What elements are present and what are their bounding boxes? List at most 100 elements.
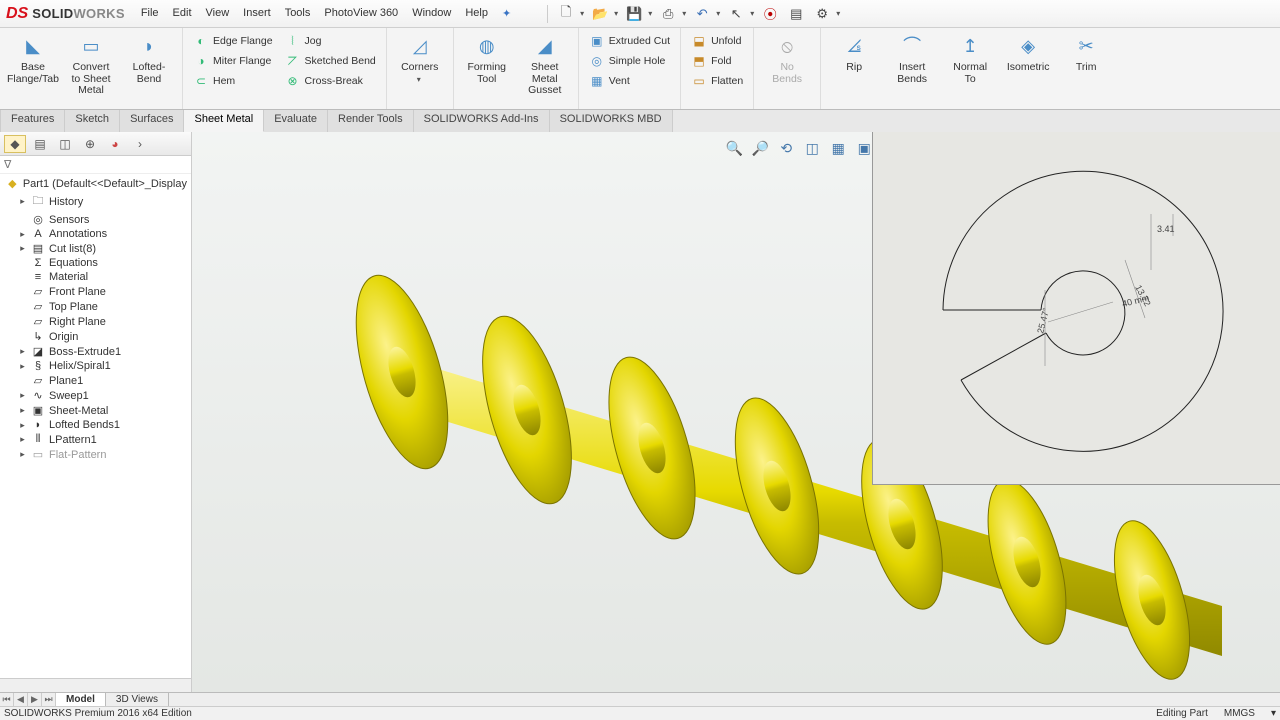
tree-item[interactable]: ▱Right Plane: [0, 314, 191, 329]
expand-icon[interactable]: ▸: [18, 243, 27, 254]
expand-icon[interactable]: ▸: [18, 405, 27, 416]
lofted-bend-button[interactable]: ◗Lofted-Bend: [122, 30, 176, 85]
settings-icon[interactable]: ⚙: [812, 4, 832, 24]
tab-features[interactable]: Features: [0, 110, 65, 132]
menu-file[interactable]: File: [135, 3, 165, 24]
last-tab-icon[interactable]: ⏭: [42, 693, 56, 706]
undo-icon[interactable]: ↶: [692, 4, 712, 24]
tree-item[interactable]: ▸▭Flat-Pattern: [0, 447, 191, 462]
tree-item[interactable]: ▸▣Sheet-Metal: [0, 403, 191, 418]
view-orient-icon[interactable]: ▦: [828, 138, 848, 158]
zoom-fit-icon[interactable]: 🔍: [724, 138, 744, 158]
menu-pin-icon[interactable]: ✦: [496, 3, 517, 24]
save-icon[interactable]: 💾: [624, 4, 644, 24]
flatten-button[interactable]: ▭Flatten: [687, 72, 747, 90]
tree-item[interactable]: ◎Sensors: [0, 212, 191, 227]
expand-icon[interactable]: ▸: [18, 196, 27, 207]
tab-sketch[interactable]: Sketch: [65, 110, 120, 132]
prev-tab-icon[interactable]: ◀: [14, 693, 28, 706]
tree-item[interactable]: ▸▤Cut list(8): [0, 241, 191, 256]
expand-icon[interactable]: ▸: [18, 449, 27, 460]
config-tab-icon[interactable]: ◫: [54, 135, 76, 153]
status-units[interactable]: MMGS: [1224, 708, 1255, 719]
expand-icon[interactable]: ›: [129, 135, 151, 153]
trim-button[interactable]: ✂Trim: [1059, 30, 1113, 74]
normal-to-button[interactable]: ↥Normal To: [943, 30, 997, 85]
status-drop[interactable]: ▾: [1271, 708, 1276, 719]
unfold-button[interactable]: ⬓Unfold: [687, 32, 747, 50]
print-icon[interactable]: ⎙: [658, 4, 678, 24]
menu-tools[interactable]: Tools: [279, 3, 317, 24]
tree-item[interactable]: ▸AAnnotations: [0, 227, 191, 241]
section-view-icon[interactable]: ◫: [802, 138, 822, 158]
sheetmetal-gusset-button[interactable]: ◢Sheet Metal Gusset: [518, 30, 572, 97]
extruded-cut-button[interactable]: ▣Extruded Cut: [585, 32, 674, 50]
feature-tree-tab-icon[interactable]: ◆: [4, 135, 26, 153]
fold-button[interactable]: ⬒Fold: [687, 52, 747, 70]
menu-photoview[interactable]: PhotoView 360: [318, 3, 404, 24]
property-tab-icon[interactable]: ▤: [29, 135, 51, 153]
tab-addins[interactable]: SOLIDWORKS Add-Ins: [414, 110, 550, 132]
expand-icon[interactable]: ▸: [18, 229, 27, 240]
tree-item[interactable]: ▸§Helix/Spiral1: [0, 359, 191, 373]
miter-flange-button[interactable]: ◑Miter Flange: [189, 52, 277, 70]
dim-tab-icon[interactable]: ⊕: [79, 135, 101, 153]
menu-edit[interactable]: Edit: [167, 3, 198, 24]
vent-button[interactable]: ▦Vent: [585, 72, 674, 90]
tree-item[interactable]: ▸⫴LPattern1: [0, 432, 191, 447]
tree-item[interactable]: ▸◗Lofted Bends1: [0, 418, 191, 432]
forming-tool-button[interactable]: ◍Forming Tool: [460, 30, 514, 85]
rip-button[interactable]: ⦞Rip: [827, 30, 881, 74]
jog-button[interactable]: ⦚Jog: [281, 32, 380, 50]
menu-view[interactable]: View: [200, 3, 236, 24]
open-icon[interactable]: 📂: [590, 4, 610, 24]
tree-item[interactable]: ▸◪Boss-Extrude1: [0, 344, 191, 359]
tab-render-tools[interactable]: Render Tools: [328, 110, 414, 132]
zoom-area-icon[interactable]: 🔎: [750, 138, 770, 158]
rebuild-traffic-icon[interactable]: ⦿: [760, 4, 780, 24]
cross-break-button[interactable]: ⊗Cross-Break: [281, 72, 380, 90]
tab-sheet-metal[interactable]: Sheet Metal: [184, 110, 264, 132]
menu-insert[interactable]: Insert: [237, 3, 277, 24]
tab-surfaces[interactable]: Surfaces: [120, 110, 184, 132]
tree-item[interactable]: ΣEquations: [0, 256, 191, 270]
hem-button[interactable]: ⊂Hem: [189, 72, 277, 90]
prev-view-icon[interactable]: ⟲: [776, 138, 796, 158]
new-icon[interactable]: 🗋: [556, 4, 576, 24]
tree-item[interactable]: ▸∿Sweep1: [0, 388, 191, 403]
isometric-button[interactable]: ◈Isometric: [1001, 30, 1055, 74]
next-tab-icon[interactable]: ▶: [28, 693, 42, 706]
convert-sheetmetal-button[interactable]: ▭Convert to Sheet Metal: [64, 30, 118, 97]
tab-model[interactable]: Model: [56, 693, 106, 706]
tree-root[interactable]: ◆Part1 (Default<<Default>_Display: [0, 176, 191, 191]
tree-item[interactable]: ▱Plane1: [0, 373, 191, 388]
expand-icon[interactable]: ▸: [18, 420, 27, 431]
base-flange-button[interactable]: ◣Base Flange/Tab: [6, 30, 60, 85]
select-icon[interactable]: ↖: [726, 4, 746, 24]
insert-bends-button[interactable]: ⌒Insert Bends: [885, 30, 939, 85]
sketched-bend-button[interactable]: ⦢Sketched Bend: [281, 52, 380, 70]
tree-item[interactable]: ↳Origin: [0, 329, 191, 344]
first-tab-icon[interactable]: ⏮: [0, 693, 14, 706]
tree-item[interactable]: ▱Top Plane: [0, 299, 191, 314]
tab-3d-views[interactable]: 3D Views: [106, 693, 169, 706]
panel-h-scrollbar[interactable]: [0, 678, 191, 692]
appearance-tab-icon[interactable]: ◕: [104, 135, 126, 153]
simple-hole-button[interactable]: ◎Simple Hole: [585, 52, 674, 70]
menu-window[interactable]: Window: [406, 3, 457, 24]
expand-icon[interactable]: ▸: [18, 434, 27, 445]
expand-icon[interactable]: ▸: [18, 361, 27, 372]
tab-mbd[interactable]: SOLIDWORKS MBD: [550, 110, 673, 132]
menu-help[interactable]: Help: [459, 3, 494, 24]
options-icon[interactable]: ▤: [786, 4, 806, 24]
tab-evaluate[interactable]: Evaluate: [264, 110, 328, 132]
tree-item[interactable]: ▱Front Plane: [0, 284, 191, 299]
tree-item[interactable]: ≡Material: [0, 270, 191, 284]
tree-item[interactable]: ▸🗀History: [0, 191, 191, 212]
tree-filter[interactable]: ∇: [0, 156, 191, 174]
corners-button[interactable]: ◿Corners▾: [393, 30, 447, 84]
expand-icon[interactable]: ▸: [18, 346, 27, 357]
graphics-viewport[interactable]: 🔍 🔎 ⟲ ◫ ▦ ▣ ◍ 👁 ◕ ✴: [192, 132, 1280, 692]
expand-icon[interactable]: ▸: [18, 390, 27, 401]
edge-flange-button[interactable]: ◐Edge Flange: [189, 32, 277, 50]
